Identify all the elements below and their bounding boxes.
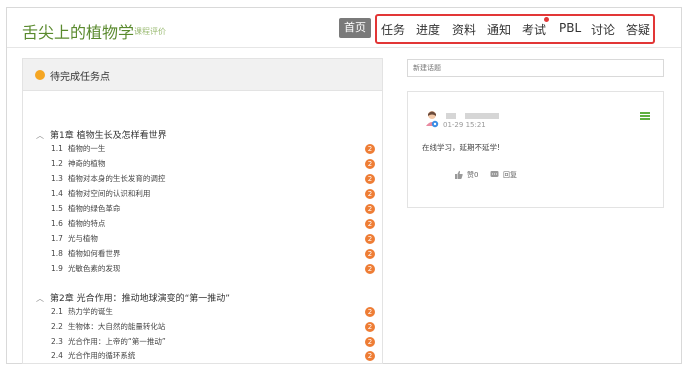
header-divider	[7, 47, 681, 48]
chapter-1-toggle[interactable]: ︿ 第1章 植物生长及怎样看世界	[36, 128, 167, 141]
post-content: 在线学习，延期不延学!	[422, 143, 501, 152]
author-name-redacted	[465, 113, 499, 119]
task-link[interactable]: 1.1 植物的一生	[51, 143, 105, 154]
task-count-badge: 2	[365, 159, 375, 169]
task-count-badge: 2	[365, 144, 375, 154]
task-link[interactable]: 1.3 植物对本身的生长发育的调控	[51, 173, 165, 184]
chapter-2-toggle[interactable]: ︿ 第2章 光合作用：推动地球演变的“第一推动”	[36, 291, 230, 304]
task-link[interactable]: 1.6 植物的特点	[51, 218, 105, 229]
nav-home-button[interactable]: 首页	[339, 18, 371, 38]
author-name-redacted	[446, 113, 456, 119]
nav-item-progress[interactable]: 进度	[416, 21, 440, 38]
task-count-badge: 2	[365, 307, 375, 317]
new-topic-input[interactable]	[407, 59, 664, 77]
task-count-badge: 2	[365, 249, 375, 259]
task-link[interactable]: 1.9 光敏色素的发现	[51, 263, 120, 274]
task-count-badge: 2	[365, 264, 375, 274]
course-evaluation-link[interactable]: 课程评价	[134, 26, 166, 37]
nav-item-notices[interactable]: 通知	[487, 21, 511, 38]
user-avatar-icon[interactable]	[425, 110, 439, 128]
post-timestamp: 01-29 15:21	[443, 121, 486, 129]
reply-icon[interactable]	[490, 170, 499, 179]
nav-item-exams[interactable]: 考试	[522, 21, 546, 38]
task-count-badge: 2	[365, 234, 375, 244]
exam-notification-dot	[544, 17, 549, 22]
task-link[interactable]: 2.4 光合作用的循环系统	[51, 350, 135, 361]
task-link[interactable]: 1.4 植物对空间的认识和利用	[51, 188, 150, 199]
pending-tasks-heading: 待完成任务点	[50, 72, 110, 83]
task-count-badge: 2	[365, 351, 375, 361]
task-link[interactable]: 2.2 生物体：大自然的能量转化站	[51, 321, 165, 332]
task-link[interactable]: 1.5 植物的绿色革命	[51, 203, 120, 214]
nav-item-pbl[interactable]: PBL	[559, 21, 581, 35]
pending-tasks-header: 待完成任务点	[23, 59, 382, 91]
caret-up-icon[interactable]: ︿	[36, 294, 44, 303]
status-dot-icon	[35, 70, 45, 80]
task-count-badge: 2	[365, 219, 375, 229]
task-link[interactable]: 1.2 神奇的植物	[51, 158, 105, 169]
task-link[interactable]: 1.8 植物如何看世界	[51, 248, 120, 259]
task-link[interactable]: 2.3 光合作用：上帝的“第一推动”	[51, 336, 166, 347]
course-title: 舌尖上的植物学	[22, 23, 135, 42]
task-count-badge: 2	[365, 204, 375, 214]
nav-item-materials[interactable]: 资料	[452, 21, 476, 38]
like-count[interactable]: 赞0	[467, 170, 478, 180]
chapter-title: 第1章 植物生长及怎样看世界	[50, 131, 167, 141]
nav-item-qa[interactable]: 答疑	[626, 21, 650, 38]
caret-up-icon[interactable]: ︿	[36, 131, 44, 140]
like-icon[interactable]	[454, 170, 463, 179]
task-count-badge: 2	[365, 337, 375, 347]
nav-item-discussion[interactable]: 讨论	[591, 21, 615, 38]
menu-icon[interactable]	[640, 112, 650, 120]
task-count-badge: 2	[365, 322, 375, 332]
task-count-badge: 2	[365, 189, 375, 199]
chapter-title: 第2章 光合作用：推动地球演变的“第一推动”	[50, 294, 230, 304]
task-link[interactable]: 1.7 光与植物	[51, 233, 98, 244]
nav-item-tasks[interactable]: 任务	[381, 21, 405, 38]
task-link[interactable]: 2.1 热力学的诞生	[51, 306, 113, 317]
task-count-badge: 2	[365, 174, 375, 184]
reply-button[interactable]: 回复	[503, 170, 517, 180]
